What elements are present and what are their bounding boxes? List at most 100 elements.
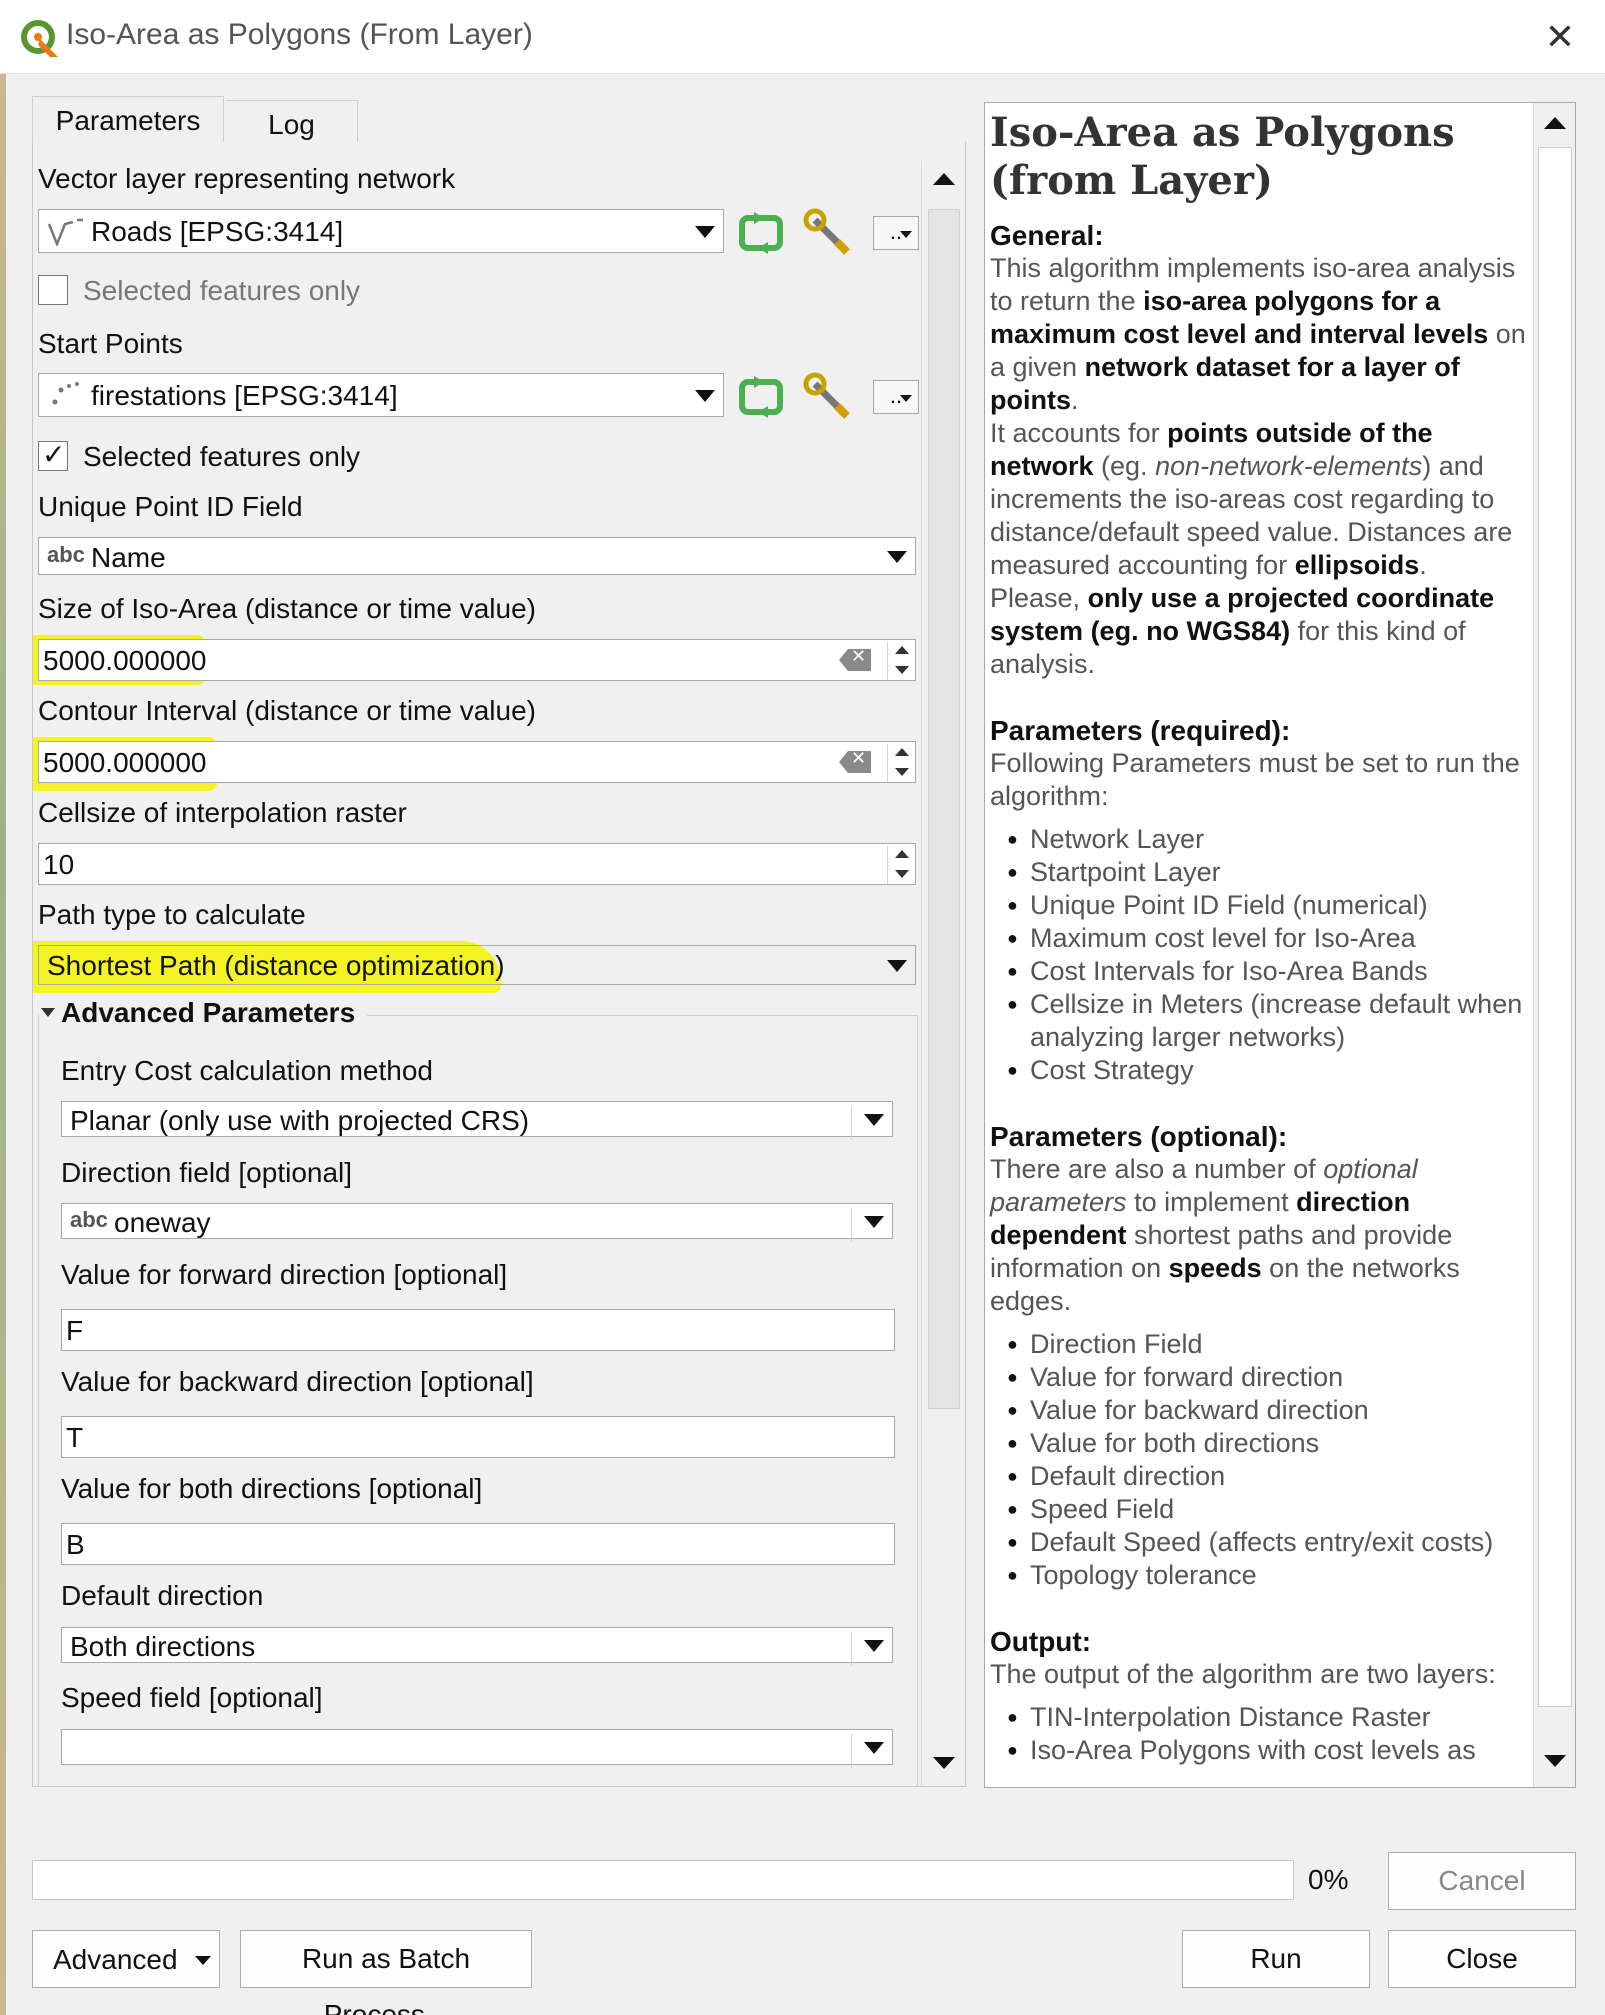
network-layer-value: Roads [EPSG:3414] (91, 216, 344, 247)
string-field-icon: abc (70, 1207, 108, 1232)
output-list: TIN-Interpolation Distance Raster Iso-Ar… (990, 1701, 1532, 1767)
default-direction-label: Default direction (61, 1580, 264, 1611)
start-points-value: firestations [EPSG:3414] (91, 380, 398, 411)
default-direction-combo[interactable]: Both directions (61, 1627, 893, 1666)
direction-field-value: oneway (114, 1207, 211, 1238)
list-item: Maximum cost level for Iso-Area (990, 922, 1532, 955)
list-item: Startpoint Layer (990, 856, 1532, 889)
both-directions-input[interactable]: B (61, 1523, 895, 1565)
list-item: Default Speed (affects entry/exit costs) (990, 1526, 1532, 1559)
tab-log[interactable]: Log (226, 100, 358, 142)
spin-down-icon[interactable] (895, 768, 909, 776)
list-item: TIN-Interpolation Distance Raster (990, 1701, 1532, 1734)
list-item: Network Layer (990, 823, 1532, 856)
direction-field-label: Direction field [optional] (61, 1157, 353, 1188)
combo-separator (851, 1106, 852, 1140)
start-selected-only-checkbox[interactable]: ✓ (38, 439, 68, 471)
chevron-down-icon (887, 960, 907, 972)
chevron-down-icon (864, 1742, 884, 1754)
general-paragraph-3: Please, only use a projected coordinate … (990, 583, 1495, 679)
path-type-combo[interactable]: Shortest Path (distance optimization) (38, 945, 916, 985)
scroll-thumb[interactable] (928, 209, 960, 1409)
entry-cost-combo[interactable]: Planar (only use with projected CRS) (61, 1101, 893, 1140)
speed-field-label: Speed field [optional] (61, 1682, 323, 1713)
string-field-icon: abc (47, 542, 85, 567)
start-points-more-button[interactable]: .. (873, 380, 919, 414)
optional-paragraph: There are also a number of optional para… (990, 1154, 1460, 1316)
close-button[interactable]: Close (1388, 1930, 1576, 1988)
title-bar: Iso-Area as Polygons (From Layer) ✕ (0, 0, 1605, 74)
scroll-up-icon[interactable] (933, 173, 955, 185)
clear-icon[interactable]: ✕ (839, 751, 871, 773)
backward-direction-input[interactable]: T (61, 1416, 895, 1458)
general-paragraph-2: It accounts for points outside of the ne… (990, 418, 1513, 580)
list-item: Value for forward direction (990, 1361, 1532, 1394)
spin-up-icon[interactable] (895, 850, 909, 858)
run-as-batch-button[interactable]: Run as Batch Process... (240, 1930, 532, 2015)
network-layer-combo[interactable]: Roads [EPSG:3414] (38, 209, 724, 253)
spin-down-icon[interactable] (895, 870, 909, 878)
parameters-scrollbar[interactable] (921, 161, 965, 1786)
cellsize-value: 10 (43, 849, 75, 880)
checkmark-icon: ✓ (42, 439, 66, 470)
advanced-button[interactable]: Advanced (32, 1930, 220, 1988)
list-item: Unique Point ID Field (numerical) (990, 889, 1532, 922)
start-points-combo[interactable]: firestations [EPSG:3414] (38, 373, 724, 417)
required-list: Network Layer Startpoint Layer Unique Po… (990, 823, 1532, 1087)
window-close-icon[interactable]: ✕ (1540, 17, 1580, 57)
speed-field-combo[interactable] (61, 1729, 893, 1768)
spin-up-icon[interactable] (895, 748, 909, 756)
help-scrollbar[interactable] (1533, 103, 1575, 1787)
scroll-up-icon[interactable] (1544, 117, 1566, 129)
chevron-down-icon (900, 231, 912, 238)
network-selected-only-checkbox[interactable] (38, 275, 68, 305)
uid-field-label: Unique Point ID Field (38, 491, 303, 522)
uid-field-combo[interactable]: abc Name (38, 537, 916, 575)
scroll-down-icon[interactable] (933, 1757, 955, 1769)
chevron-down-icon (887, 551, 907, 563)
entry-cost-value: Planar (only use with projected CRS) (70, 1105, 530, 1136)
chevron-down-icon (695, 390, 715, 402)
chevron-down-icon (695, 226, 715, 238)
spin-down-icon[interactable] (895, 666, 909, 674)
direction-field-combo[interactable]: abc oneway (61, 1203, 893, 1242)
wrench-icon[interactable] (803, 208, 853, 258)
optional-list: Direction Field Value for forward direct… (990, 1328, 1532, 1592)
wrench-icon[interactable] (803, 372, 853, 422)
contour-interval-input[interactable]: 5000.000000 ✕ (38, 741, 916, 783)
list-item: Direction Field (990, 1328, 1532, 1361)
chevron-down-icon (864, 1640, 884, 1652)
scroll-thumb[interactable] (1538, 147, 1572, 1707)
contour-interval-value: 5000.000000 (43, 747, 207, 778)
iterate-icon[interactable] (736, 208, 786, 258)
progress-bar (32, 1860, 1294, 1900)
run-button[interactable]: Run (1182, 1930, 1370, 1988)
window-title: Iso-Area as Polygons (From Layer) (66, 18, 533, 51)
start-points-label: Start Points (38, 328, 183, 359)
clear-icon[interactable]: ✕ (839, 649, 871, 671)
list-item: Cost Intervals for Iso-Area Bands (990, 955, 1532, 988)
tab-parameters[interactable]: Parameters (32, 96, 224, 142)
cancel-button[interactable]: Cancel (1388, 1852, 1576, 1910)
forward-direction-label: Value for forward direction [optional] (61, 1259, 508, 1290)
background-map-strip (0, 74, 6, 2015)
iterate-icon[interactable] (736, 372, 786, 422)
forward-direction-input[interactable]: F (61, 1309, 895, 1351)
backward-direction-label: Value for backward direction [optional] (61, 1366, 534, 1397)
network-more-button[interactable]: .. (873, 216, 919, 250)
scroll-down-icon[interactable] (1544, 1755, 1566, 1767)
combo-separator (851, 1734, 852, 1768)
help-title: Iso-Area as Polygons (from Layer) (990, 109, 1455, 204)
start-selected-only-label: Selected features only (83, 441, 361, 472)
list-item: Value for both directions (990, 1427, 1532, 1460)
chevron-down-icon (864, 1114, 884, 1126)
iso-area-size-input[interactable]: 5000.000000 ✕ (38, 639, 916, 681)
qgis-logo-icon (21, 20, 58, 57)
spin-up-icon[interactable] (895, 646, 909, 654)
output-heading: Output: (990, 1626, 1092, 1657)
help-content: Iso-Area as Polygons (from Layer) Genera… (990, 109, 1532, 1767)
list-item: Cost Strategy (990, 1054, 1532, 1087)
list-item: Cellsize in Meters (increase default whe… (990, 988, 1532, 1054)
cellsize-input[interactable]: 10 (38, 843, 916, 885)
entry-cost-label: Entry Cost calculation method (61, 1055, 433, 1086)
